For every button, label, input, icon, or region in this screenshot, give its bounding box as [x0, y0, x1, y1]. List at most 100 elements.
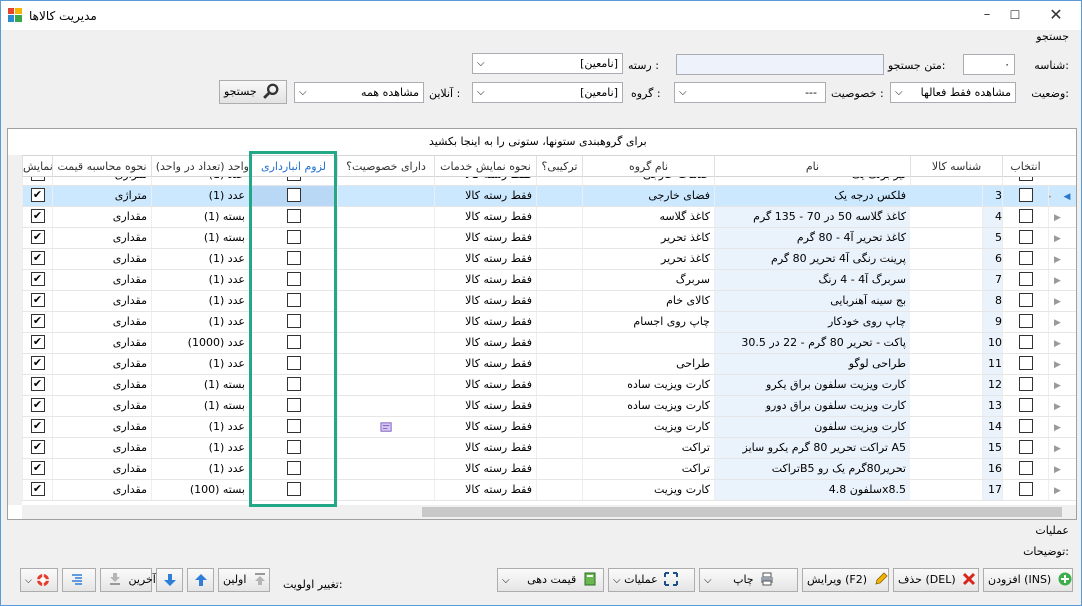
table-row[interactable]: متراژیعدد (1) فقط رسته کالا فضای خارجیفلکس…	[8, 186, 1076, 207]
col-service-display[interactable]: نحوه نمایش خدمات	[434, 156, 536, 177]
col-unit[interactable]: واحد (تعداد در واحد)	[151, 156, 249, 177]
checkbox[interactable]	[286, 356, 301, 370]
align-button[interactable]	[62, 568, 96, 592]
checkbox[interactable]	[1018, 230, 1033, 244]
minimize-button[interactable]: –	[973, 3, 1001, 27]
col-has-feature[interactable]: دارای خصوصیت؟	[337, 156, 434, 177]
checkbox[interactable]	[30, 461, 45, 475]
table-row[interactable]: مقداریعدد (1) فقط رسته کالا تراکتتراکتB5 ت…	[8, 459, 1076, 480]
table-row[interactable]: متراژیعدد (1) فقط رسته کالا خدمات خارجیتیز…	[8, 177, 1076, 186]
group-select[interactable]: ⌵ [نامعین]	[472, 82, 623, 103]
pricing-button[interactable]: ⌵ قیمت دهی	[497, 568, 604, 592]
checkbox[interactable]	[30, 251, 45, 265]
checkbox[interactable]	[30, 482, 45, 496]
col-display[interactable]: نمایش	[22, 156, 52, 177]
close-button[interactable]: ✕	[1033, 3, 1079, 27]
print-button[interactable]: ⌵ چاپ	[699, 568, 798, 592]
row-expand-icon[interactable]: ▶	[1049, 192, 1052, 202]
priority-up-button[interactable]	[187, 568, 214, 592]
vertical-scrollbar[interactable]	[8, 155, 22, 505]
maximize-button[interactable]: ☐	[1001, 3, 1029, 27]
table-row[interactable]: مقداریعدد (1) فقط رسته کالا کالای خامبج سی…	[8, 291, 1076, 312]
search-button[interactable]: جستجو	[219, 80, 287, 104]
table-row[interactable]: مقداریعدد (1) فقط رسته کالا چاپ روی اجسامچ…	[8, 312, 1076, 333]
checkbox[interactable]	[286, 251, 301, 265]
help-button[interactable]: ⌵	[20, 568, 58, 592]
add-button[interactable]: افزودن (INS)	[983, 568, 1073, 592]
col-pricing[interactable]: نحوه محاسبه قیمت	[52, 156, 151, 177]
horizontal-scrollbar[interactable]	[22, 505, 1076, 519]
checkbox[interactable]	[1018, 356, 1033, 370]
checkbox[interactable]	[286, 482, 301, 496]
checkbox[interactable]	[286, 398, 301, 412]
id-input[interactable]: ٠	[963, 54, 1015, 75]
checkbox[interactable]	[286, 335, 301, 349]
col-group-name[interactable]: نام گروه	[582, 156, 714, 177]
row-expand-icon[interactable]: ▶	[1054, 213, 1061, 223]
table-row[interactable]: مقداریعدد (1000) فقط رسته کالا پاکت - تحری…	[8, 333, 1076, 354]
group-by-panel[interactable]: برای گروهبندی ستونها، ستونی را به اینجا …	[8, 129, 1076, 155]
checkbox[interactable]	[1018, 272, 1033, 286]
checkbox[interactable]	[30, 209, 45, 223]
delete-button[interactable]: حذف (DEL)	[893, 568, 979, 592]
col-composite[interactable]: ترکیبی؟	[536, 156, 582, 177]
checkbox[interactable]	[1018, 377, 1033, 391]
checkbox[interactable]	[1018, 335, 1033, 349]
checkbox[interactable]	[30, 335, 45, 349]
row-expand-icon[interactable]: ▶	[1054, 444, 1061, 454]
row-expand-icon[interactable]: ▶	[1054, 486, 1061, 496]
row-expand-icon[interactable]: ▶	[1054, 360, 1061, 370]
col-id[interactable]: شناسه کالا	[910, 156, 1002, 177]
category-select[interactable]: ⌵ [نامعین]	[472, 53, 623, 74]
checkbox[interactable]	[1018, 177, 1033, 181]
checkbox[interactable]	[1018, 461, 1033, 475]
checkbox[interactable]	[1018, 482, 1033, 496]
checkbox[interactable]	[286, 377, 301, 391]
checkbox[interactable]	[30, 272, 45, 286]
row-expand-icon[interactable]: ▶	[1054, 402, 1061, 412]
checkbox[interactable]	[30, 177, 45, 181]
checkbox[interactable]	[286, 209, 301, 223]
checkbox[interactable]	[286, 440, 301, 454]
checkbox[interactable]	[30, 188, 45, 202]
row-expand-icon[interactable]: ▶	[1054, 318, 1061, 328]
edit-button[interactable]: ویرایش (F2)	[802, 568, 889, 592]
priority-first-button[interactable]: اولین	[218, 568, 270, 592]
online-select[interactable]: ⌵ مشاهده همه	[294, 82, 424, 103]
checkbox[interactable]	[30, 398, 45, 412]
row-expand-icon[interactable]: ▶	[1054, 276, 1061, 286]
horizontal-scroll-thumb[interactable]	[422, 507, 1062, 517]
table-row[interactable]: مقداریعدد (1) فقط رسته کالا طراحیطراحی لوگ…	[8, 354, 1076, 375]
table-row[interactable]: مقداریبسته (1) فقط رسته کالا کارت ویزیت سا…	[8, 396, 1076, 417]
col-select[interactable]: انتخاب	[1002, 156, 1048, 177]
checkbox[interactable]	[1018, 293, 1033, 307]
row-expand-icon[interactable]: ▶	[1054, 423, 1061, 433]
feature-icon[interactable]	[379, 421, 393, 434]
search-text-input[interactable]	[676, 54, 884, 75]
table-row[interactable]: مقداریعدد (1) فقط رسته کالا کارت ویزیتکارت…	[8, 417, 1076, 438]
checkbox[interactable]	[30, 230, 45, 244]
priority-last-button[interactable]: آخرین	[100, 568, 156, 592]
row-expand-icon[interactable]: ▶	[1054, 255, 1061, 265]
status-select[interactable]: ⌵ مشاهده فقط فعالها	[890, 82, 1016, 103]
checkbox[interactable]	[286, 177, 301, 181]
priority-down-button[interactable]	[156, 568, 183, 592]
table-row[interactable]: مقداریعدد (1) فقط رسته کالا کاغذ تحریرپرین…	[8, 249, 1076, 270]
row-expand-icon[interactable]: ▶	[1054, 339, 1061, 349]
checkbox[interactable]	[1018, 314, 1033, 328]
checkbox[interactable]	[1018, 209, 1033, 223]
checkbox[interactable]	[30, 419, 45, 433]
col-warehouse[interactable]: لزوم انبارداری	[249, 156, 337, 177]
checkbox[interactable]	[286, 461, 301, 475]
checkbox[interactable]	[286, 314, 301, 328]
row-expand-icon[interactable]: ▶	[1054, 465, 1061, 475]
checkbox[interactable]	[30, 440, 45, 454]
operations-button[interactable]: ⌵ عملیات	[608, 568, 695, 592]
checkbox[interactable]	[1018, 188, 1033, 202]
checkbox[interactable]	[1018, 251, 1033, 265]
col-name[interactable]: نام	[714, 156, 910, 177]
row-expand-icon[interactable]: ▶	[1054, 381, 1061, 391]
checkbox[interactable]	[1018, 419, 1033, 433]
checkbox[interactable]	[1018, 398, 1033, 412]
table-row[interactable]: مقداریبسته (100) فقط رسته کالا کارت ویزیتس…	[8, 480, 1076, 501]
